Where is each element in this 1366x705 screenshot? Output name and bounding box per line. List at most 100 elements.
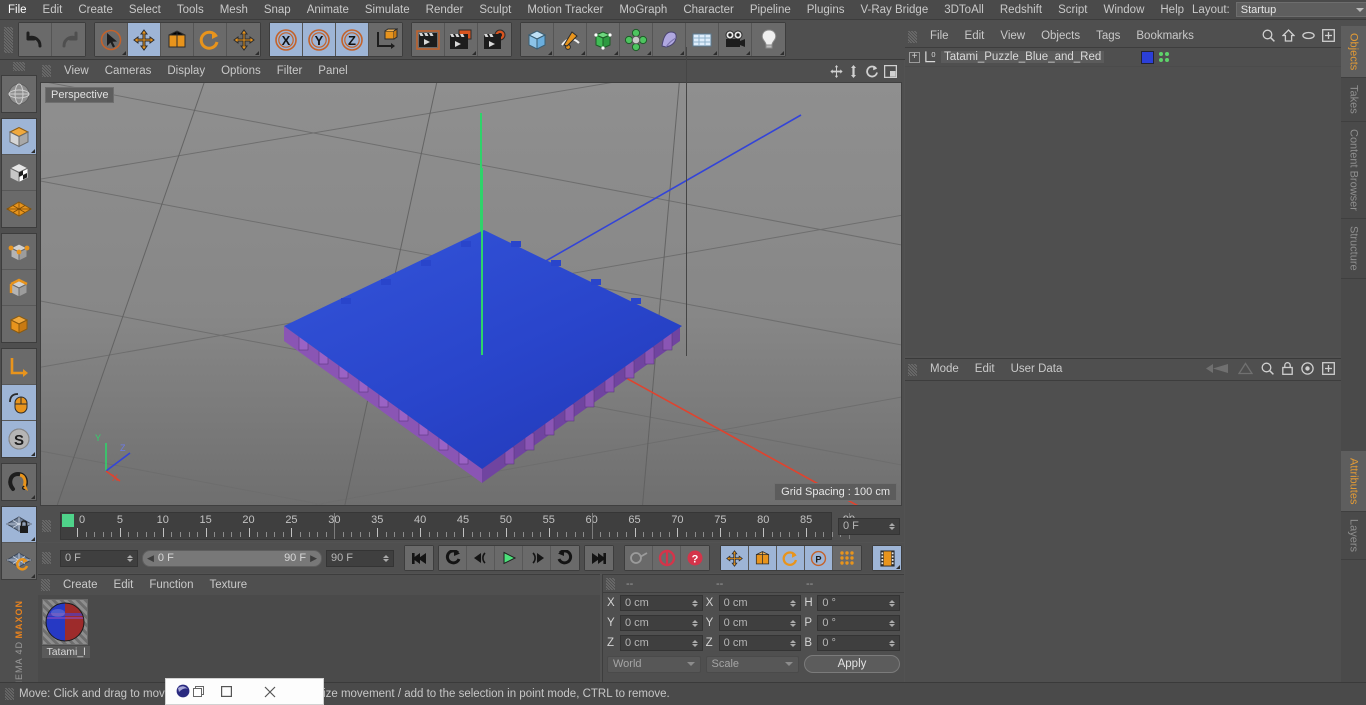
right-tab-attributes[interactable]: Attributes <box>1341 450 1366 513</box>
play-button[interactable] <box>495 546 523 570</box>
object-menu-file[interactable]: File <box>922 26 957 47</box>
position-field-y-spinner[interactable] <box>691 619 698 627</box>
axis-modification-mode[interactable] <box>2 349 36 385</box>
menu-snap[interactable]: Snap <box>256 0 299 20</box>
menu-mesh[interactable]: Mesh <box>212 0 256 20</box>
points-mode[interactable] <box>2 234 36 270</box>
restore-window-icon[interactable] <box>193 686 204 700</box>
right-tab-takes[interactable]: Takes <box>1341 78 1366 123</box>
viewport-menu-view[interactable]: View <box>56 60 97 82</box>
history-back-icon[interactable] <box>1204 362 1230 378</box>
rotation-field-p[interactable]: 0 ° <box>817 615 901 631</box>
viewport-menu-cameras[interactable]: Cameras <box>97 60 160 82</box>
lock-z-axis[interactable]: Z <box>336 23 369 56</box>
redo-button[interactable] <box>52 23 85 56</box>
add-generator[interactable] <box>587 23 620 56</box>
dolly-icon[interactable] <box>848 64 861 78</box>
target-icon[interactable] <box>1301 361 1314 378</box>
menu-pipeline[interactable]: Pipeline <box>742 0 799 20</box>
transport-current-frame-spinner[interactable] <box>127 554 133 562</box>
object-menu-edit[interactable]: Edit <box>957 26 993 47</box>
soft-selection-mode[interactable]: S <box>2 421 36 457</box>
menu-character[interactable]: Character <box>675 0 742 20</box>
maximize-window-button[interactable] <box>209 679 243 704</box>
position-field-x[interactable]: 0 cm <box>620 595 703 611</box>
menu-redshift[interactable]: Redshift <box>992 0 1050 20</box>
attribute-content-area[interactable] <box>905 380 1341 688</box>
close-window-button[interactable] <box>253 679 287 704</box>
pan-icon[interactable] <box>830 64 843 78</box>
scale-key-toggle[interactable] <box>749 546 777 570</box>
current-time-marker[interactable] <box>62 514 74 527</box>
attribute-menu-user-data[interactable]: User Data <box>1003 359 1071 380</box>
object-tree[interactable]: +0 Tatami_Puzzle_Blue_and_Red <box>905 47 1341 355</box>
polygons-mode[interactable] <box>2 306 36 342</box>
status-bar-grip[interactable] <box>5 688 14 700</box>
menu-mograph[interactable]: MoGraph <box>611 0 675 20</box>
object-menu-tags[interactable]: Tags <box>1088 26 1128 47</box>
add-tab-icon[interactable] <box>1322 361 1335 378</box>
material-tag-icon[interactable] <box>1141 50 1154 64</box>
add-light[interactable] <box>752 23 785 56</box>
timeline-ruler[interactable]: 051015202530354045505560657075808590 <box>60 512 855 540</box>
edges-mode[interactable] <box>2 270 36 306</box>
menu-edit[interactable]: Edit <box>35 0 71 20</box>
add-mograph[interactable] <box>620 23 653 56</box>
rotation-field-b[interactable]: 0 ° <box>817 635 901 651</box>
viewport-menu-panel[interactable]: Panel <box>310 60 355 82</box>
add-deformer[interactable] <box>653 23 686 56</box>
position-field-z-spinner[interactable] <box>691 639 698 647</box>
move-tool[interactable] <box>128 23 161 56</box>
snap-magnet-button[interactable] <box>2 464 36 500</box>
texture-mode[interactable] <box>2 155 36 191</box>
current-frame-field[interactable]: 0 F <box>838 517 900 535</box>
lock-y-axis[interactable]: Y <box>303 23 336 56</box>
render-view-button[interactable] <box>412 23 445 56</box>
scale-tool[interactable] <box>161 23 194 56</box>
viewport-grip[interactable] <box>42 65 51 77</box>
history-forward-icon[interactable] <box>1237 361 1254 378</box>
rotation-field-p-spinner[interactable] <box>889 619 896 627</box>
material-menu-function[interactable]: Function <box>141 575 201 595</box>
menu-render[interactable]: Render <box>418 0 472 20</box>
expand-toggle-icon[interactable]: + <box>909 51 920 63</box>
preview-end-spinner[interactable] <box>383 554 389 562</box>
size-field-y-spinner[interactable] <box>790 619 797 627</box>
object-menu-view[interactable]: View <box>992 26 1033 47</box>
go-to-next-keyframe-button[interactable] <box>551 546 579 570</box>
layout-dropdown[interactable]: Startup <box>1235 2 1366 17</box>
left-palette-grip[interactable] <box>13 62 25 71</box>
material-menu-create[interactable]: Create <box>55 575 106 595</box>
viewport-menu-display[interactable]: Display <box>159 60 213 82</box>
menu-plugins[interactable]: Plugins <box>799 0 853 20</box>
menu-simulate[interactable]: Simulate <box>357 0 418 20</box>
rotation-field-h-spinner[interactable] <box>889 599 896 607</box>
maximize-viewport-icon[interactable] <box>883 64 898 78</box>
go-to-previous-keyframe-button[interactable] <box>439 546 467 570</box>
menu-create[interactable]: Create <box>70 0 121 20</box>
size-field-z[interactable]: 0 cm <box>718 635 802 651</box>
pla-key-toggle[interactable] <box>833 546 861 570</box>
range-right-arrow-icon[interactable]: ▶ <box>310 553 317 564</box>
preview-range-bar[interactable]: ◀ 0 F 90 F ▶ <box>142 549 322 567</box>
menu-file[interactable]: File <box>0 0 35 20</box>
material-list[interactable]: Tatami_l <box>38 595 600 685</box>
live-selection-tool[interactable] <box>95 23 128 56</box>
position-key-toggle[interactable] <box>721 546 749 570</box>
model-mode[interactable] <box>2 119 36 155</box>
menu-tools[interactable]: Tools <box>169 0 212 20</box>
menu-window[interactable]: Window <box>1095 0 1152 20</box>
attribute-manager-grip[interactable] <box>908 363 917 376</box>
add-camera[interactable] <box>719 23 752 56</box>
workplane-lock-button[interactable] <box>2 507 36 543</box>
menu-sculpt[interactable]: Sculpt <box>471 0 519 20</box>
right-tab-objects[interactable]: Objects <box>1341 26 1366 79</box>
timeline-grip[interactable] <box>42 520 51 532</box>
position-field-z[interactable]: 0 cm <box>620 635 703 651</box>
viewport-menu-options[interactable]: Options <box>213 60 269 82</box>
attribute-menu-mode[interactable]: Mode <box>922 359 967 380</box>
object-name[interactable]: Tatami_Puzzle_Blue_and_Red <box>941 51 1105 63</box>
position-field-x-spinner[interactable] <box>691 599 698 607</box>
transport-current-frame-field[interactable]: 0 F <box>60 549 138 567</box>
parameter-key-toggle[interactable]: P <box>805 546 833 570</box>
